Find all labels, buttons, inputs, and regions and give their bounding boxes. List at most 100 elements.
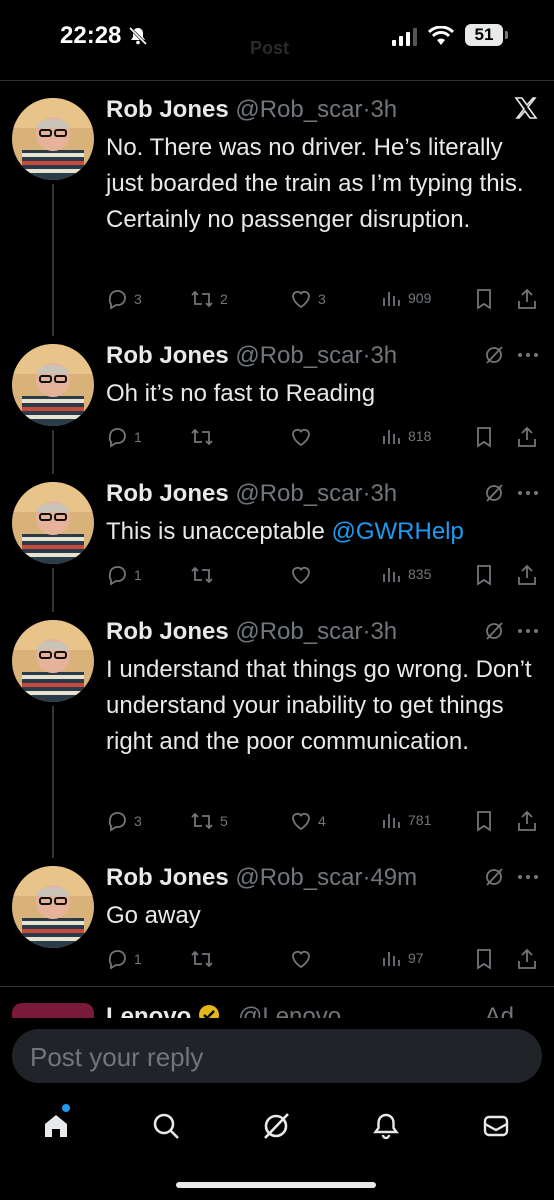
tweet-header: Rob Jones @Rob_scar·3h: [106, 96, 554, 130]
views-button[interactable]: 909: [382, 288, 431, 308]
author-handle[interactable]: @Rob_scar: [235, 618, 362, 645]
ad-author-name[interactable]: Lenovo: [106, 1003, 220, 1019]
share-button[interactable]: [516, 564, 538, 586]
repost-icon: [191, 812, 213, 830]
views-icon: [383, 814, 400, 828]
reply-input[interactable]: [28, 1039, 512, 1075]
reply-count: 3: [134, 813, 142, 829]
tweet-text: I understand that things go wrong. Don’t…: [106, 656, 532, 755]
home-icon[interactable]: [38, 1108, 74, 1144]
reply-button[interactable]: 1: [106, 948, 142, 970]
header-divider: [0, 80, 554, 81]
repost-button[interactable]: 2: [190, 288, 228, 310]
reply-button[interactable]: 1: [106, 426, 142, 448]
share-button[interactable]: [516, 288, 538, 310]
view-count: 818: [408, 428, 432, 444]
tweet-time: 49m: [370, 864, 418, 891]
like-button[interactable]: [290, 426, 312, 448]
share-button[interactable]: [516, 948, 538, 970]
notifications-icon[interactable]: [368, 1108, 404, 1144]
like-button[interactable]: [290, 948, 312, 970]
reply-icon: [108, 950, 126, 970]
reply-icon: [108, 566, 126, 586]
views-button[interactable]: 781: [382, 810, 431, 830]
status-time: 22:28: [60, 22, 122, 49]
messages-icon[interactable]: [478, 1108, 514, 1144]
reply-button[interactable]: 3: [106, 288, 142, 310]
repost-icon: [191, 428, 213, 446]
views-button[interactable]: 835: [382, 564, 431, 584]
tweet-text: Oh it’s no fast to Reading: [106, 380, 376, 407]
view-count: 909: [408, 290, 432, 306]
repost-button[interactable]: [190, 948, 214, 970]
mention-link[interactable]: @GWRHelp: [331, 518, 463, 545]
tweet-header: Rob Jones @Rob_scar·3h: [106, 618, 554, 652]
heart-icon: [292, 290, 310, 309]
grok-icon[interactable]: [484, 482, 540, 511]
tweet[interactable]: Rob Jones @Rob_scar·3h Oh it’s no fast t…: [0, 342, 554, 474]
author-name[interactable]: Rob Jones: [106, 618, 229, 645]
author-handle[interactable]: @Rob_scar: [235, 864, 362, 891]
grok-icon[interactable]: [484, 620, 540, 649]
reply-icon: [108, 290, 126, 310]
like-button[interactable]: 3: [290, 288, 326, 310]
tweet-time: 3h: [370, 96, 398, 123]
repost-count: 2: [220, 291, 228, 307]
bookmark-button[interactable]: [474, 948, 494, 970]
avatar[interactable]: [12, 866, 94, 948]
home-indicator: [176, 1182, 376, 1188]
tweet[interactable]: Rob Jones @Rob_scar·3h I understand that…: [0, 618, 554, 858]
repost-button[interactable]: [190, 426, 214, 448]
author-name[interactable]: Rob Jones: [106, 480, 229, 507]
battery-level: 51: [465, 24, 503, 46]
tweet-actions: 3 5 4 781: [106, 810, 538, 834]
bookmark-button[interactable]: [474, 288, 494, 310]
grok-icon[interactable]: [258, 1108, 294, 1144]
bookmark-button[interactable]: [474, 564, 494, 586]
share-button[interactable]: [516, 810, 538, 832]
views-button[interactable]: 97: [382, 948, 424, 968]
avatar[interactable]: [12, 482, 94, 564]
views-button[interactable]: 818: [382, 426, 431, 446]
author-handle[interactable]: @Rob_scar: [235, 342, 362, 369]
promoted-post[interactable]: Lenovo @Lenovo Ad: [0, 985, 554, 1019]
like-button[interactable]: [290, 564, 312, 586]
ad-handle[interactable]: @Lenovo: [238, 1003, 341, 1019]
tweet[interactable]: Rob Jones @Rob_scar·49m Go away 1 97: [0, 864, 554, 984]
share-icon: [518, 426, 536, 447]
tweet[interactable]: Rob Jones @Rob_scar·3h This is unaccepta…: [0, 480, 554, 612]
grok-icon[interactable]: [484, 866, 540, 895]
author-handle[interactable]: @Rob_scar: [235, 96, 362, 123]
repost-button[interactable]: 5: [190, 810, 228, 832]
thread-line: [52, 184, 54, 336]
avatar[interactable]: [12, 620, 94, 702]
repost-button[interactable]: [190, 564, 214, 586]
author-name[interactable]: Rob Jones: [106, 96, 229, 123]
tweet-text-body: This is unacceptable: [106, 518, 332, 545]
bookmark-button[interactable]: [474, 426, 494, 448]
reply-box[interactable]: [12, 1029, 542, 1083]
reply-icon: [108, 812, 126, 832]
repost-icon: [191, 566, 213, 584]
author-handle[interactable]: @Rob_scar: [235, 480, 362, 507]
avatar[interactable]: [12, 344, 94, 426]
like-button[interactable]: 4: [290, 810, 326, 832]
reply-button[interactable]: 3: [106, 810, 142, 832]
ad-avatar[interactable]: [12, 1003, 94, 1019]
share-icon: [518, 948, 536, 969]
share-button[interactable]: [516, 426, 538, 448]
heart-icon: [292, 950, 310, 969]
avatar[interactable]: [12, 98, 94, 180]
verified-badge-icon: [199, 1005, 220, 1019]
tweet-text: This is unacceptable @GWRHelp: [106, 514, 536, 550]
tweet[interactable]: Rob Jones @Rob_scar·3h No. There was no …: [0, 96, 554, 336]
author-name[interactable]: Rob Jones: [106, 864, 229, 891]
reply-button[interactable]: 1: [106, 564, 142, 586]
author-name[interactable]: Rob Jones: [106, 342, 229, 369]
tweet-actions: 3 2 3 909: [106, 288, 538, 312]
grok-icon[interactable]: [484, 344, 540, 373]
silent-bell-icon: [128, 26, 148, 51]
bookmark-button[interactable]: [474, 810, 494, 832]
bookmark-icon: [477, 949, 491, 970]
search-icon[interactable]: [148, 1108, 184, 1144]
